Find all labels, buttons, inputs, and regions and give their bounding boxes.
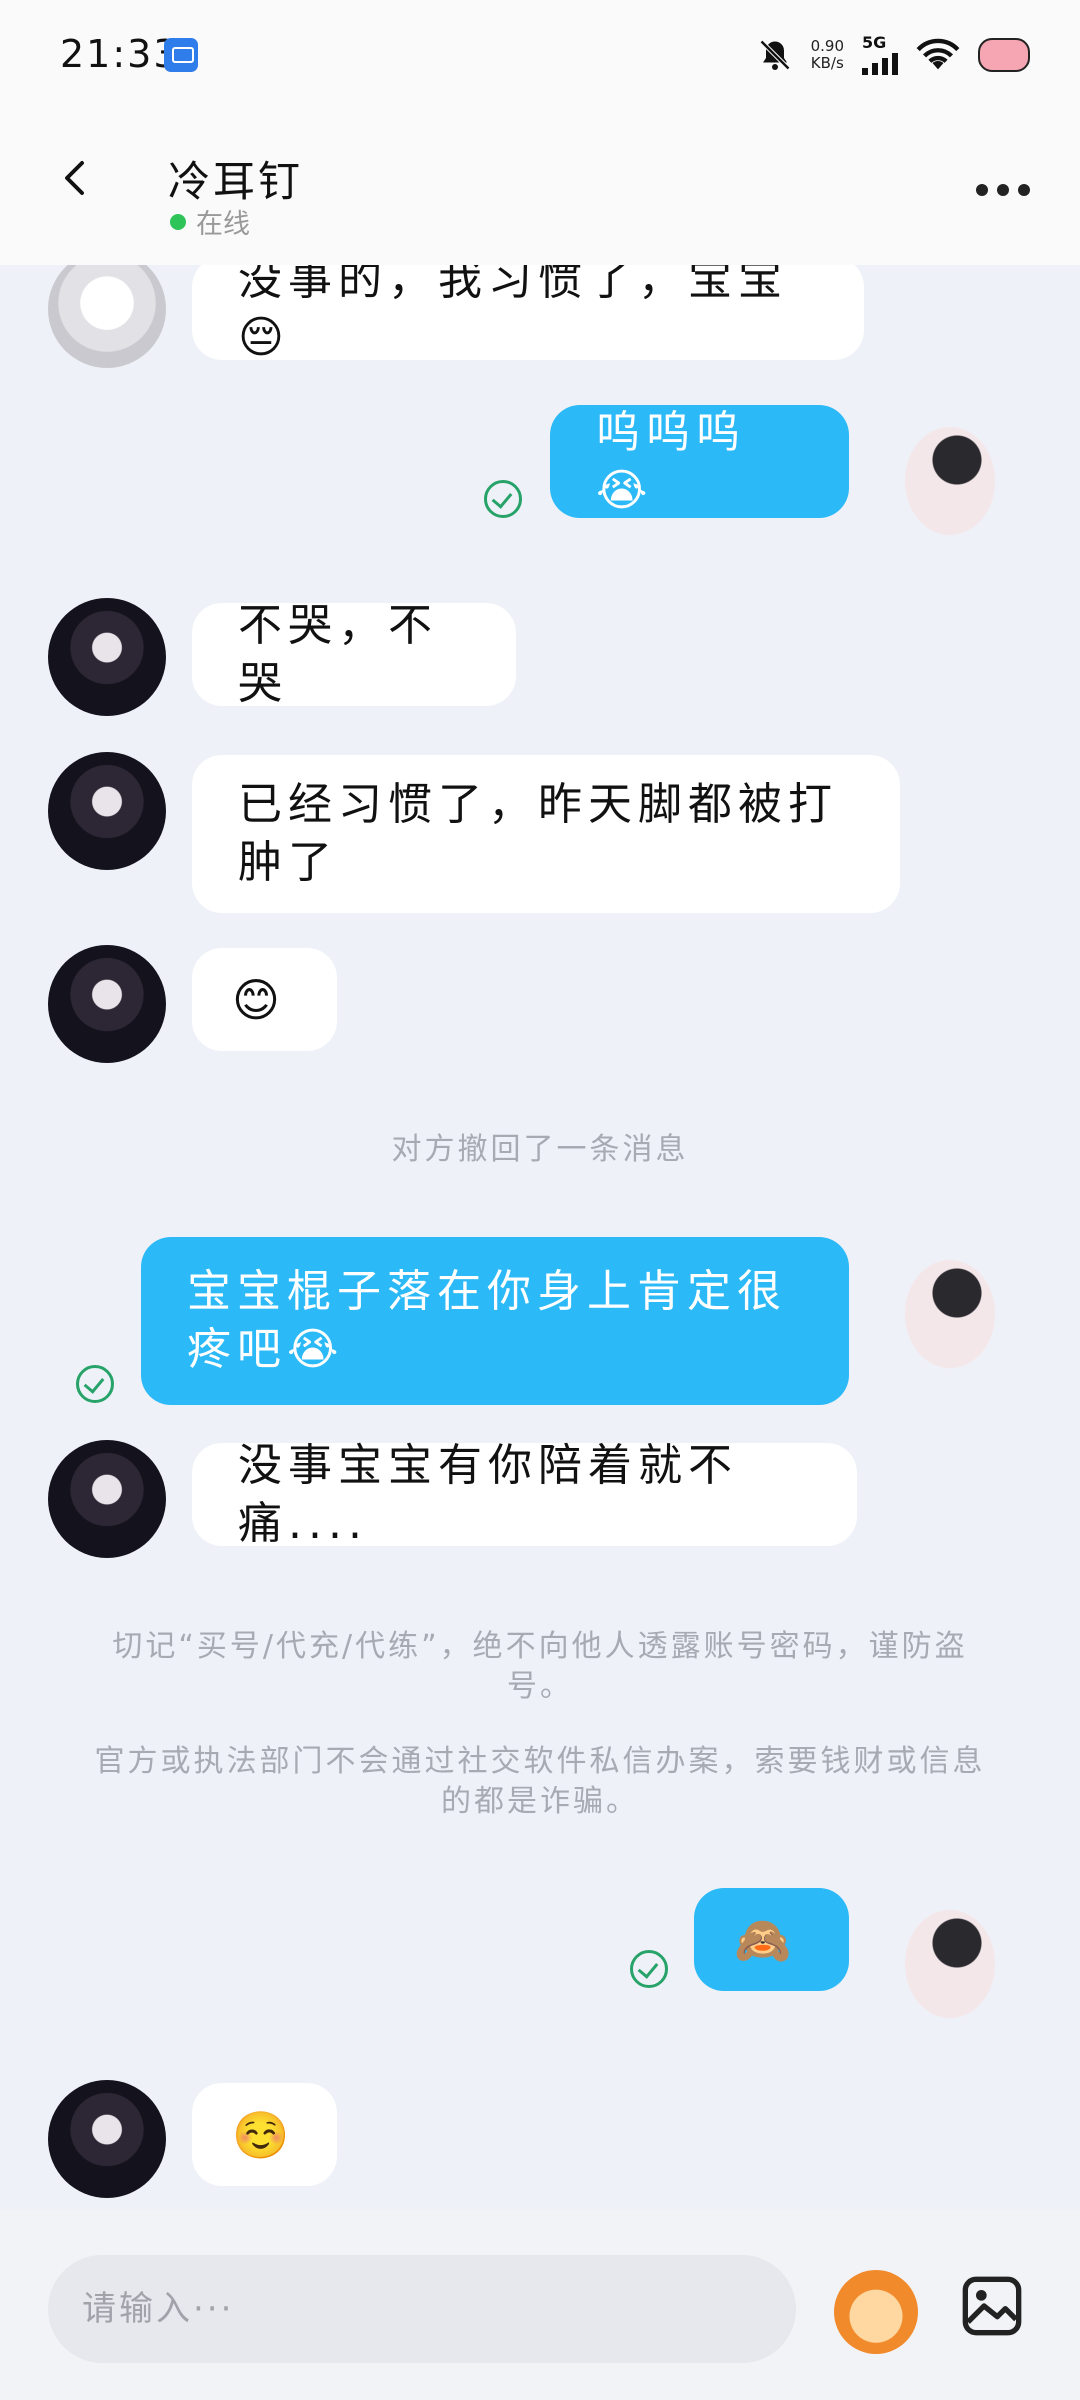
contact-name[interactable]: 冷耳钉: [168, 148, 303, 209]
message-text: ☺️: [232, 2107, 290, 2162]
message-bubble-incoming[interactable]: 😊: [192, 948, 337, 1051]
app-icon: [164, 38, 198, 72]
message-text: 已经习惯了，昨天脚都被打肿了: [238, 779, 838, 888]
wifi-icon: [916, 38, 960, 70]
message-text: 呜呜呜😭: [596, 406, 746, 516]
chat-header: 冷耳钉 在线: [0, 110, 1080, 265]
my-avatar[interactable]: [880, 1880, 1020, 2020]
input-bar: [0, 2210, 1080, 2400]
my-avatar[interactable]: [880, 1230, 1020, 1370]
signal-icon: 5G: [862, 35, 898, 75]
message-bubble-outgoing[interactable]: 呜呜呜😭: [550, 405, 849, 518]
message-input[interactable]: [48, 2255, 796, 2363]
net-speed-unit: KB/s: [810, 54, 844, 72]
contact-avatar[interactable]: [48, 1440, 166, 1558]
message-bubble-incoming[interactable]: ☺️: [192, 2083, 337, 2186]
more-options-icon[interactable]: [976, 184, 1030, 196]
presence-status: 在线: [170, 202, 250, 241]
message-text: 😊: [232, 972, 280, 1027]
contact-avatar[interactable]: [48, 945, 166, 1063]
message-text: 🙈: [734, 1912, 792, 1967]
image-picker-icon[interactable]: [960, 2274, 1024, 2338]
net-speed-value: 0.90: [810, 37, 844, 55]
message-bubble-incoming[interactable]: 已经习惯了，昨天脚都被打肿了: [192, 755, 900, 913]
status-icons: 0.90 KB/s 5G: [757, 30, 1030, 80]
message-bubble-incoming[interactable]: 不哭，不哭: [192, 600, 516, 709]
battery-icon: [978, 38, 1030, 72]
online-dot-icon: [170, 213, 186, 230]
read-check-icon: [484, 480, 522, 518]
read-check-icon: [630, 1950, 668, 1988]
net-speed: 0.90 KB/s: [811, 38, 844, 72]
message-text: 没事宝宝有你陪着就不痛....: [238, 1439, 738, 1549]
message-list[interactable]: 没事的，我习惯了，宝宝😔 呜呜呜😭 不哭，不哭 已经习惯了，昨天脚都被打肿了 😊…: [0, 265, 1080, 2210]
status-time: 21:33: [60, 32, 180, 76]
my-avatar[interactable]: [880, 397, 1020, 537]
message-bubble-incoming[interactable]: 没事的，我习惯了，宝宝😔: [192, 265, 864, 363]
fraud-notice: 官方或执法部门不会通过社交软件私信办案，索要钱财或信息的都是诈骗。: [94, 1744, 986, 1819]
presence-text: 在线: [196, 209, 250, 240]
recall-notice: 对方撤回了一条消息: [391, 1132, 689, 1167]
contact-avatar[interactable]: [48, 598, 166, 716]
message-bubble-outgoing[interactable]: 🙈: [694, 1888, 849, 1991]
read-check-icon: [76, 1365, 114, 1403]
message-text: 没事的，我习惯了，宝宝😔: [238, 265, 788, 363]
contact-avatar[interactable]: [48, 2080, 166, 2198]
contact-avatar[interactable]: [48, 752, 166, 870]
mute-bell-icon: [759, 39, 790, 71]
back-arrow-icon[interactable]: [58, 160, 94, 196]
contact-avatar[interactable]: [48, 265, 166, 368]
sticker-icon[interactable]: [834, 2270, 918, 2354]
message-text: 不哭，不哭: [238, 599, 438, 709]
message-bubble-incoming[interactable]: 没事宝宝有你陪着就不痛....: [192, 1440, 857, 1549]
status-bar: 21:33 0.90 KB/s 5G: [0, 0, 1080, 110]
network-type: 5G: [862, 33, 887, 52]
message-bubble-outgoing[interactable]: 宝宝棍子落在你身上肯定很疼吧😭: [141, 1237, 849, 1405]
message-text: 宝宝棍子落在你身上肯定很疼吧😭: [187, 1266, 787, 1375]
security-notice: 切记“买号/代充/代练”，绝不向他人透露账号密码，谨防盗号。: [112, 1629, 968, 1704]
